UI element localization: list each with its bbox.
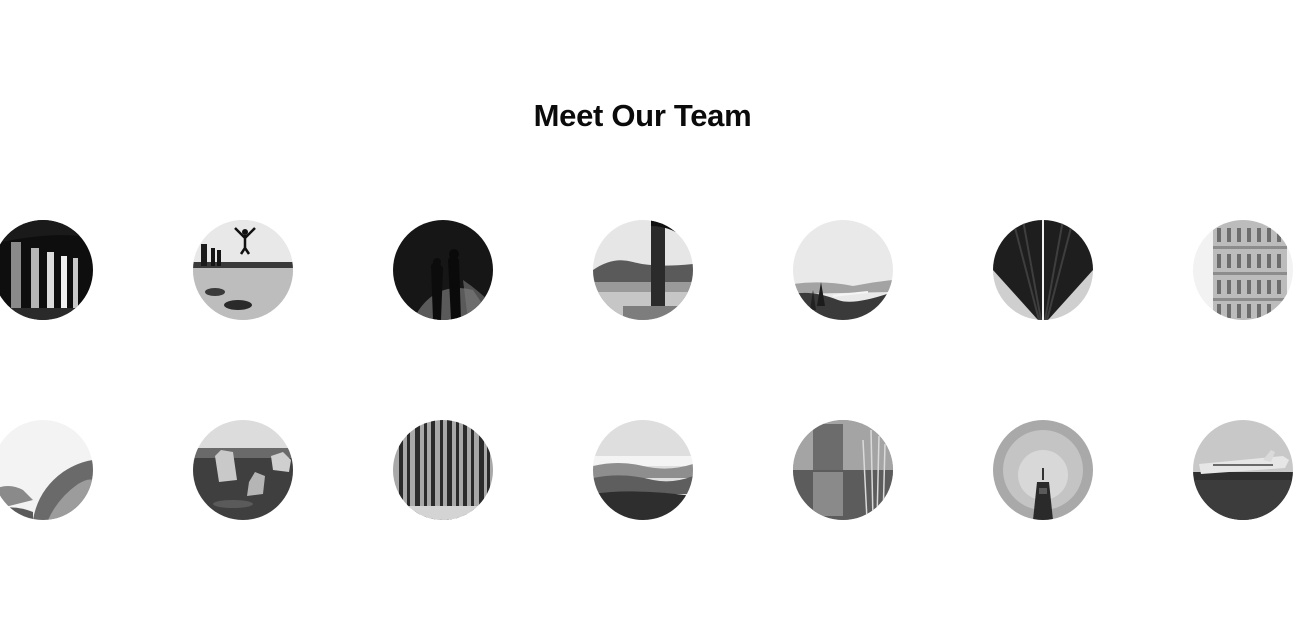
team-member-avatar[interactable]: [0, 220, 93, 320]
pier-mountains-photo: [593, 220, 693, 320]
team-member-avatar[interactable]: [1193, 220, 1293, 320]
team-member-avatar[interactable]: [193, 420, 293, 520]
marsh-reflection-photo: [793, 420, 893, 520]
team-member-avatar[interactable]: [1193, 420, 1293, 520]
forest-trees-photo: [393, 420, 493, 520]
valley-river-photo: [793, 220, 893, 320]
team-member-avatar[interactable]: [793, 220, 893, 320]
team-member-avatar[interactable]: [193, 220, 293, 320]
plane-wreck-photo: [1193, 420, 1293, 520]
team-member-avatar[interactable]: [793, 420, 893, 520]
misty-mountains-photo: [0, 420, 93, 520]
team-member-avatar[interactable]: [0, 420, 93, 520]
team-member-avatar[interactable]: [393, 420, 493, 520]
tower-fog-photo: [993, 420, 1093, 520]
sea-stacks-photo: [193, 420, 293, 520]
team-member-avatar[interactable]: [993, 420, 1093, 520]
bridge-underside-photo: [993, 220, 1093, 320]
page-title: Meet Our Team: [533, 98, 752, 133]
team-member-avatar[interactable]: [393, 220, 493, 320]
dark-couple-photo: [393, 220, 493, 320]
team-member-avatar[interactable]: [593, 220, 693, 320]
arches-photo: [0, 220, 93, 320]
rolling-hills-photo: [593, 420, 693, 520]
team-member-avatar[interactable]: [993, 220, 1093, 320]
team-member-avatar[interactable]: [593, 420, 693, 520]
jumping-person-photo: [193, 220, 293, 320]
leaning-tower-photo: [1193, 220, 1293, 320]
